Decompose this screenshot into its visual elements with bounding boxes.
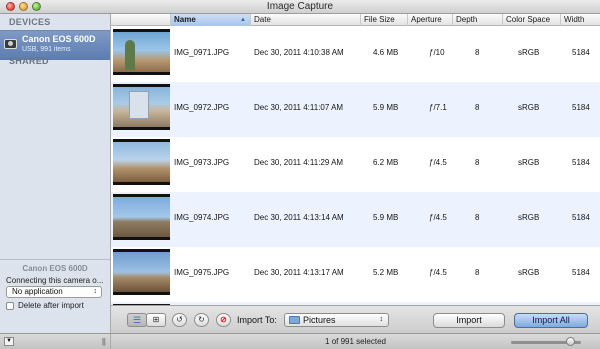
cell-size: 5.2 MB <box>373 268 399 277</box>
cell-width: 5184 <box>572 268 590 277</box>
resize-grip-icon[interactable]: ||| <box>102 337 106 346</box>
rotate-right-button[interactable]: ↻ <box>194 313 209 327</box>
cell-color-space: sRGB <box>518 48 540 57</box>
column-color-space[interactable]: Color Space <box>503 14 561 26</box>
cell-width: 5184 <box>572 48 590 57</box>
delete-icon: ⊘ <box>220 315 227 324</box>
divider <box>0 259 110 260</box>
cell-color-space: sRGB <box>518 103 540 112</box>
title-bar: Image Capture <box>0 0 600 14</box>
chevron-updown-icon: ↕ <box>379 316 384 323</box>
shared-header: SHARED <box>9 56 49 66</box>
file-list: Name ▲ Date File Size Aperture Depth Col… <box>111 14 600 305</box>
application-select[interactable]: No application ↕ <box>6 286 102 298</box>
grid-view-icon: ⊞ <box>152 315 160 324</box>
cell-date: Dec 30, 2011 4:11:07 AM <box>254 103 344 112</box>
window-title: Image Capture <box>266 1 334 12</box>
camera-icon <box>4 39 17 49</box>
slider-knob[interactable] <box>565 337 575 346</box>
rotate-right-icon: ↻ <box>198 315 205 324</box>
delete-after-import-label: Delete after import <box>18 301 84 310</box>
cell-size: 5.9 MB <box>373 103 399 112</box>
status-bar: 1 of 991 selected <box>111 333 600 349</box>
grid-view-button[interactable]: ⊞ <box>146 313 166 327</box>
device-subtitle: USB, 991 items <box>22 46 71 53</box>
cell-depth: 8 <box>475 158 480 167</box>
table-row[interactable]: IMG_0971.JPG Dec 30, 2011 4:10:38 AM 4.6… <box>111 27 600 82</box>
rotate-left-button[interactable]: ↺ <box>172 313 187 327</box>
delete-after-import-checkbox[interactable] <box>6 301 14 310</box>
cell-color-space: sRGB <box>518 268 540 277</box>
column-thumbnail <box>111 14 171 26</box>
delete-button[interactable]: ⊘ <box>216 313 231 327</box>
thumbnail-size-slider[interactable] <box>511 337 581 346</box>
rotate-left-icon: ↺ <box>176 315 183 324</box>
import-destination-value: Pictures <box>303 315 336 325</box>
chevron-updown-icon: ↕ <box>93 288 98 295</box>
cell-width: 5184 <box>572 158 590 167</box>
column-header: Name ▲ Date File Size Aperture Depth Col… <box>111 14 600 26</box>
sidebar-bottom-bar: ▼ ||| <box>0 333 111 349</box>
devices-header: DEVICES <box>9 17 51 27</box>
cell-aperture: ƒ/4.5 <box>429 213 447 222</box>
connecting-label: Connecting this camera o... <box>6 276 104 285</box>
thumbnail <box>113 84 170 130</box>
cell-name: IMG_0974.JPG <box>174 213 230 222</box>
device-name: Canon EOS 600D <box>22 34 96 44</box>
cell-name: IMG_0975.JPG <box>174 268 230 277</box>
thumbnail <box>113 139 170 185</box>
cell-depth: 8 <box>475 48 480 57</box>
sidebar: DEVICES Canon EOS 600D USB, 991 items SH… <box>0 14 111 333</box>
cell-color-space: sRGB <box>518 213 540 222</box>
cell-name: IMG_0971.JPG <box>174 48 230 57</box>
column-aperture[interactable]: Aperture <box>408 14 453 26</box>
cell-depth: 8 <box>475 268 480 277</box>
cell-color-space: sRGB <box>518 158 540 167</box>
cell-size: 5.9 MB <box>373 213 399 222</box>
import-destination-select[interactable]: Pictures ↕ <box>284 313 389 327</box>
folder-icon <box>289 316 300 324</box>
delete-after-import-row[interactable]: Delete after import <box>6 301 84 310</box>
cell-depth: 8 <box>475 103 480 112</box>
column-depth[interactable]: Depth <box>453 14 503 26</box>
cell-date: Dec 30, 2011 4:13:14 AM <box>254 213 344 222</box>
cell-name: IMG_0973.JPG <box>174 158 230 167</box>
table-row[interactable]: IMG_0972.JPG Dec 30, 2011 4:11:07 AM 5.9… <box>111 82 600 137</box>
cell-date: Dec 30, 2011 4:11:29 AM <box>254 158 344 167</box>
thumbnail <box>113 194 170 240</box>
table-row[interactable]: IMG_0975.JPG Dec 30, 2011 4:13:17 AM 5.2… <box>111 247 600 302</box>
column-file-size[interactable]: File Size <box>361 14 408 26</box>
cell-width: 5184 <box>572 103 590 112</box>
import-to-label: Import To: <box>237 315 277 325</box>
table-row[interactable]: IMG_0973.JPG Dec 30, 2011 4:11:29 AM 6.2… <box>111 137 600 192</box>
cell-size: 6.2 MB <box>373 158 399 167</box>
thumbnail <box>113 29 170 75</box>
import-button[interactable]: Import <box>433 313 505 328</box>
bottom-toolbar: ☰ ⊞ ↺ ↻ ⊘ Import To: Pictures ↕ Import I… <box>111 305 600 333</box>
table-row[interactable]: IMG_0974.JPG Dec 30, 2011 4:13:14 AM 5.9… <box>111 192 600 247</box>
cell-aperture: ƒ/4.5 <box>429 158 447 167</box>
cell-aperture: ƒ/10 <box>429 48 445 57</box>
sort-ascending-icon: ▲ <box>240 17 246 23</box>
thumbnail <box>113 249 170 295</box>
cell-date: Dec 30, 2011 4:10:38 AM <box>254 48 344 57</box>
camera-label: Canon EOS 600D <box>22 264 88 273</box>
column-date[interactable]: Date <box>251 14 361 26</box>
import-all-button[interactable]: Import All <box>514 313 588 328</box>
cell-aperture: ƒ/7.1 <box>429 103 447 112</box>
application-select-value: No application <box>12 287 63 296</box>
cell-size: 4.6 MB <box>373 48 399 57</box>
list-view-button[interactable]: ☰ <box>127 313 147 327</box>
cell-aperture: ƒ/4.5 <box>429 268 447 277</box>
toggle-panel-icon[interactable]: ▼ <box>4 337 14 346</box>
column-width[interactable]: Width <box>561 14 600 26</box>
column-name[interactable]: Name ▲ <box>171 14 251 26</box>
cell-date: Dec 30, 2011 4:13:17 AM <box>254 268 344 277</box>
list-view-icon: ☰ <box>132 315 142 325</box>
cell-width: 5184 <box>572 213 590 222</box>
cell-name: IMG_0972.JPG <box>174 103 230 112</box>
cell-depth: 8 <box>475 213 480 222</box>
